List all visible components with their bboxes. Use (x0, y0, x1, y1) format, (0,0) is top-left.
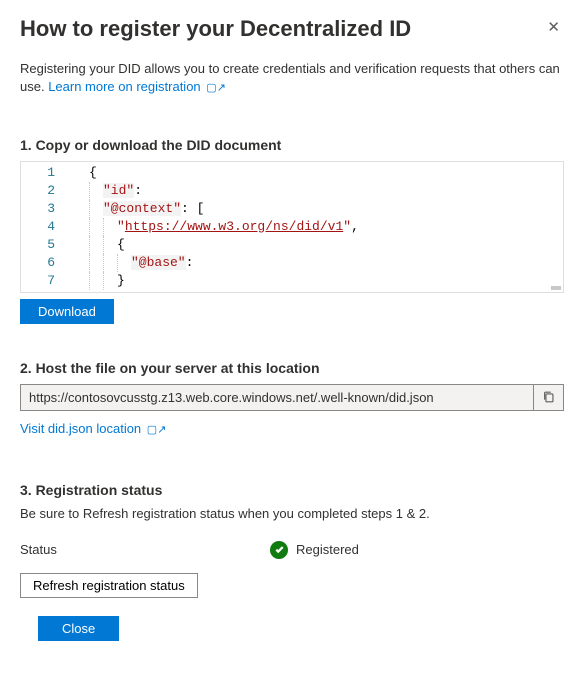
visit-didjson-link[interactable]: Visit did.json location ▢↗ (20, 421, 166, 436)
copy-icon (542, 390, 556, 404)
code-line-numbers: 1234567 (21, 162, 73, 292)
code-content: { "id": "@context": [ "https://www.w3.or… (73, 162, 563, 290)
external-link-icon: ▢↗ (147, 424, 167, 436)
copy-url-button[interactable] (534, 384, 564, 411)
refresh-status-button[interactable]: Refresh registration status (20, 573, 198, 598)
code-scrollbar[interactable] (551, 286, 561, 290)
checkmark-icon (270, 541, 288, 559)
host-url-input[interactable] (20, 384, 534, 411)
step3-heading: 3. Registration status (20, 482, 564, 498)
learn-more-link[interactable]: Learn more on registration ▢↗ (48, 79, 226, 94)
did-document-code[interactable]: 1234567 { "id": "@context": [ "https://w… (20, 161, 564, 293)
close-button[interactable]: Close (38, 616, 119, 641)
step3-description: Be sure to Refresh registration status w… (20, 506, 564, 521)
external-link-icon: ▢↗ (206, 82, 226, 94)
download-button[interactable]: Download (20, 299, 114, 324)
close-icon[interactable]: ✕ (543, 16, 564, 39)
intro-paragraph: Registering your DID allows you to creat… (20, 60, 564, 97)
page-title: How to register your Decentralized ID (20, 16, 411, 42)
status-label: Status (20, 542, 270, 557)
step1-heading: 1. Copy or download the DID document (20, 137, 564, 153)
step2-heading: 2. Host the file on your server at this … (20, 360, 564, 376)
status-value: Registered (296, 542, 359, 557)
